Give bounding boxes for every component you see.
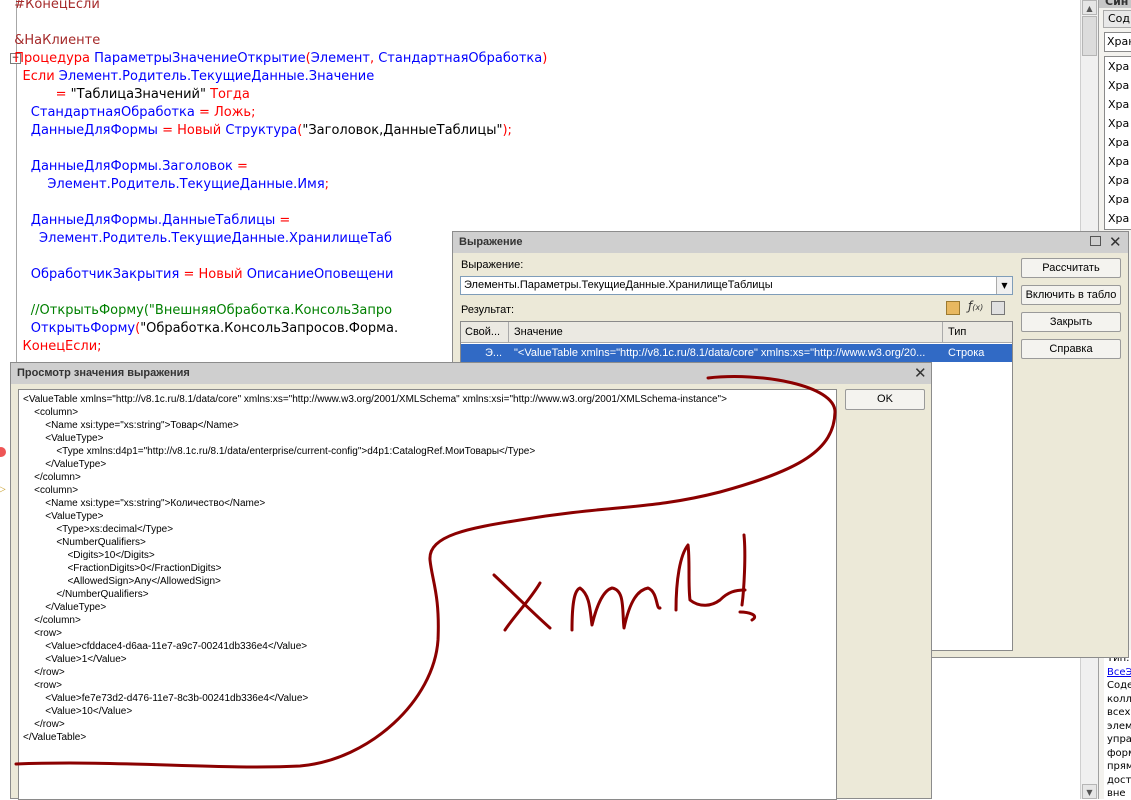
ink-letter-l xyxy=(674,543,747,612)
ink-exclamation xyxy=(738,533,757,622)
ink-letter-m xyxy=(570,586,662,632)
ink-letter-x xyxy=(492,573,552,632)
handwritten-annotation xyxy=(14,375,837,769)
ink-outline xyxy=(14,375,837,769)
